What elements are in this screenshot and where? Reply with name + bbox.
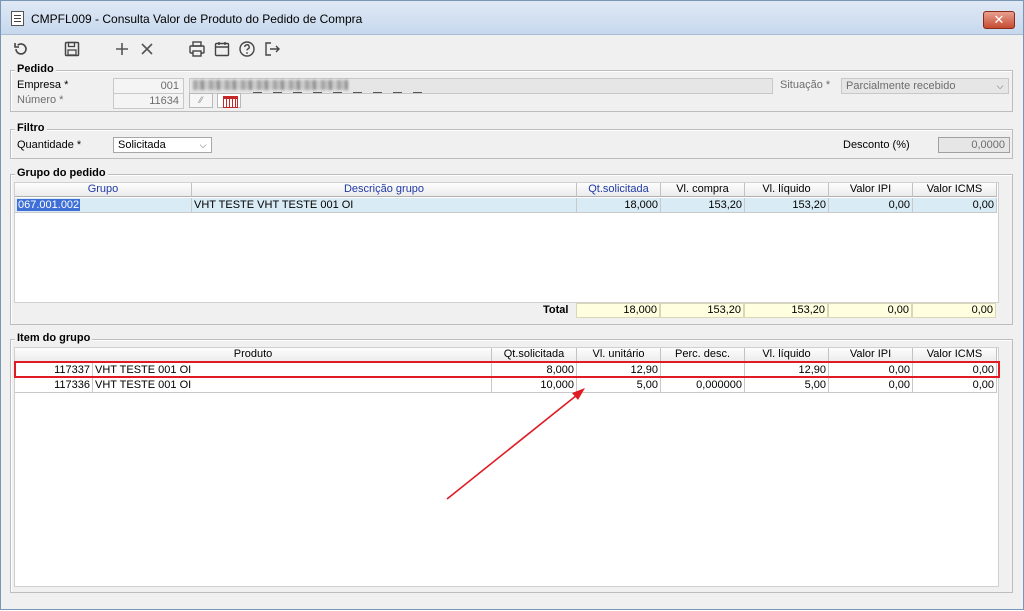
table-cell[interactable]: VHT TESTE 001 OI [93,363,492,378]
header-vl-liquido[interactable]: Vl. líquido [745,348,829,362]
grupo-legend: Grupo do pedido [15,167,108,179]
save-icon[interactable] [62,39,82,59]
table-cell[interactable]: 10,000 [492,378,577,393]
chevron-down-icon: ⌵ [199,140,207,150]
search-icon: ⁄⁄ [199,95,203,105]
situacao-select: Parcialmente recebido ⌵ [841,78,1009,94]
header-valor-icms[interactable]: Valor ICMS [913,183,997,197]
help-icon[interactable] [237,39,257,59]
desconto-field: 0,0000 [938,137,1010,153]
total-qt-solicitada: 18,000 [576,303,660,318]
calendar-button[interactable] [217,93,241,108]
table-cell[interactable]: 117337 [15,363,93,378]
table-cell[interactable]: 0,00 [829,198,913,213]
refresh-icon[interactable] [11,39,31,59]
table-cell[interactable]: 0,00 [829,378,913,393]
grupo-table[interactable]: Grupo Descrição grupo Qt.solicitada Vl. … [14,182,999,303]
header-grupo[interactable]: Grupo [15,183,192,197]
header-qt-solicitada[interactable]: Qt.solicitada [577,183,661,197]
table-cell[interactable]: 153,20 [661,198,745,213]
total-label: Total [543,304,569,316]
numero-field[interactable]: 11634 [113,93,184,109]
table-cell[interactable]: 153,20 [745,198,829,213]
total-vl-liquido: 153,20 [744,303,828,318]
divider [313,92,322,93]
scroll-down-icon[interactable]: ⌄ [998,574,999,584]
divider [253,92,262,93]
header-produto[interactable]: Produto [15,348,492,362]
table-cell[interactable]: VHT TESTE 001 OI [93,378,492,393]
app-window: CMPFL009 - Consulta Valor de Produto do … [0,0,1024,610]
total-valor-icms: 0,00 [912,303,996,318]
desconto-label: Desconto (%) [843,139,910,151]
divider [353,92,362,93]
quantidade-select[interactable]: Solicitada ⌵ [113,137,212,153]
close-button[interactable]: ✕ [983,11,1015,29]
scroll-up-icon[interactable]: ⌃ [998,204,999,214]
total-vl-compra: 153,20 [660,303,744,318]
exit-icon[interactable] [262,39,282,59]
table-cell[interactable]: 0,000000 [661,378,745,393]
header-vl-compra[interactable]: Vl. compra [661,183,745,197]
situacao-label: Situação * [780,79,831,91]
title-bar: CMPFL009 - Consulta Valor de Produto do … [1,1,1023,35]
scroll-up-icon[interactable]: ⌃ [998,369,999,379]
table-cell[interactable]: 8,000 [492,363,577,378]
scroll-down-icon[interactable]: ⌄ [998,290,999,300]
header-vl-liquido[interactable]: Vl. líquido [745,183,829,197]
table-cell[interactable]: VHT TESTE VHT TESTE 001 OI [192,198,577,213]
header-valor-ipi[interactable]: Valor IPI [829,348,913,362]
document-icon [11,11,24,26]
pedido-legend: Pedido [15,63,56,75]
total-valor-ipi: 0,00 [828,303,912,318]
numero-label: Número * [17,94,64,106]
table-cell[interactable]: 067.001.002 [15,198,192,213]
toolbar [1,36,1023,62]
add-icon[interactable] [112,39,132,59]
table-cell[interactable]: 12,90 [577,363,661,378]
table-cell[interactable]: 18,000 [577,198,661,213]
header-valor-icms[interactable]: Valor ICMS [913,348,997,362]
situacao-value: Parcialmente recebido [846,80,956,92]
divider [333,92,342,93]
empresa-label: Empresa * [17,79,69,91]
grupo-code: 067.001.002 [17,199,81,211]
filtro-legend: Filtro [15,122,47,134]
grupo-scrollbar[interactable]: ⌃ ⌄ [998,198,999,302]
item-table[interactable]: Produto Qt.solicitada Vl. unitário Perc.… [14,347,999,587]
header-perc-desc[interactable]: Perc. desc. [661,348,745,362]
chevron-down-icon: ⌵ [996,81,1004,91]
divider [293,92,302,93]
divider [373,92,382,93]
header-vl-unitario[interactable]: Vl. unitário [577,348,661,362]
window-title: CMPFL009 - Consulta Valor de Produto do … [31,12,363,26]
header-descricao-grupo[interactable]: Descrição grupo [192,183,577,197]
table-cell[interactable]: 0,00 [913,198,997,213]
item-scrollbar[interactable]: ⌃ ⌄ [998,363,999,586]
table-cell[interactable]: 0,00 [913,363,997,378]
print-icon[interactable] [187,39,207,59]
empresa-field[interactable]: 001 [113,78,184,94]
search-button[interactable]: ⁄⁄ [189,93,213,108]
table-cell[interactable]: 0,00 [913,378,997,393]
header-valor-ipi[interactable]: Valor IPI [829,183,913,197]
quantidade-label: Quantidade * [17,139,82,151]
table-cell[interactable]: 5,00 [577,378,661,393]
table-cell[interactable]: 0,00 [829,363,913,378]
redacted-company-name [193,80,348,90]
divider [393,92,402,93]
cancel-icon[interactable] [137,39,157,59]
header-qt-solicitada[interactable]: Qt.solicitada [492,348,577,362]
divider [413,92,422,93]
table-cell[interactable]: 5,00 [745,378,829,393]
quantidade-value: Solicitada [118,139,166,151]
divider [273,92,282,93]
calendar-icon[interactable] [212,39,232,59]
table-cell[interactable]: 12,90 [745,363,829,378]
item-legend: Item do grupo [15,332,93,344]
table-cell[interactable]: 117336 [15,378,93,393]
table-cell[interactable] [661,363,745,378]
